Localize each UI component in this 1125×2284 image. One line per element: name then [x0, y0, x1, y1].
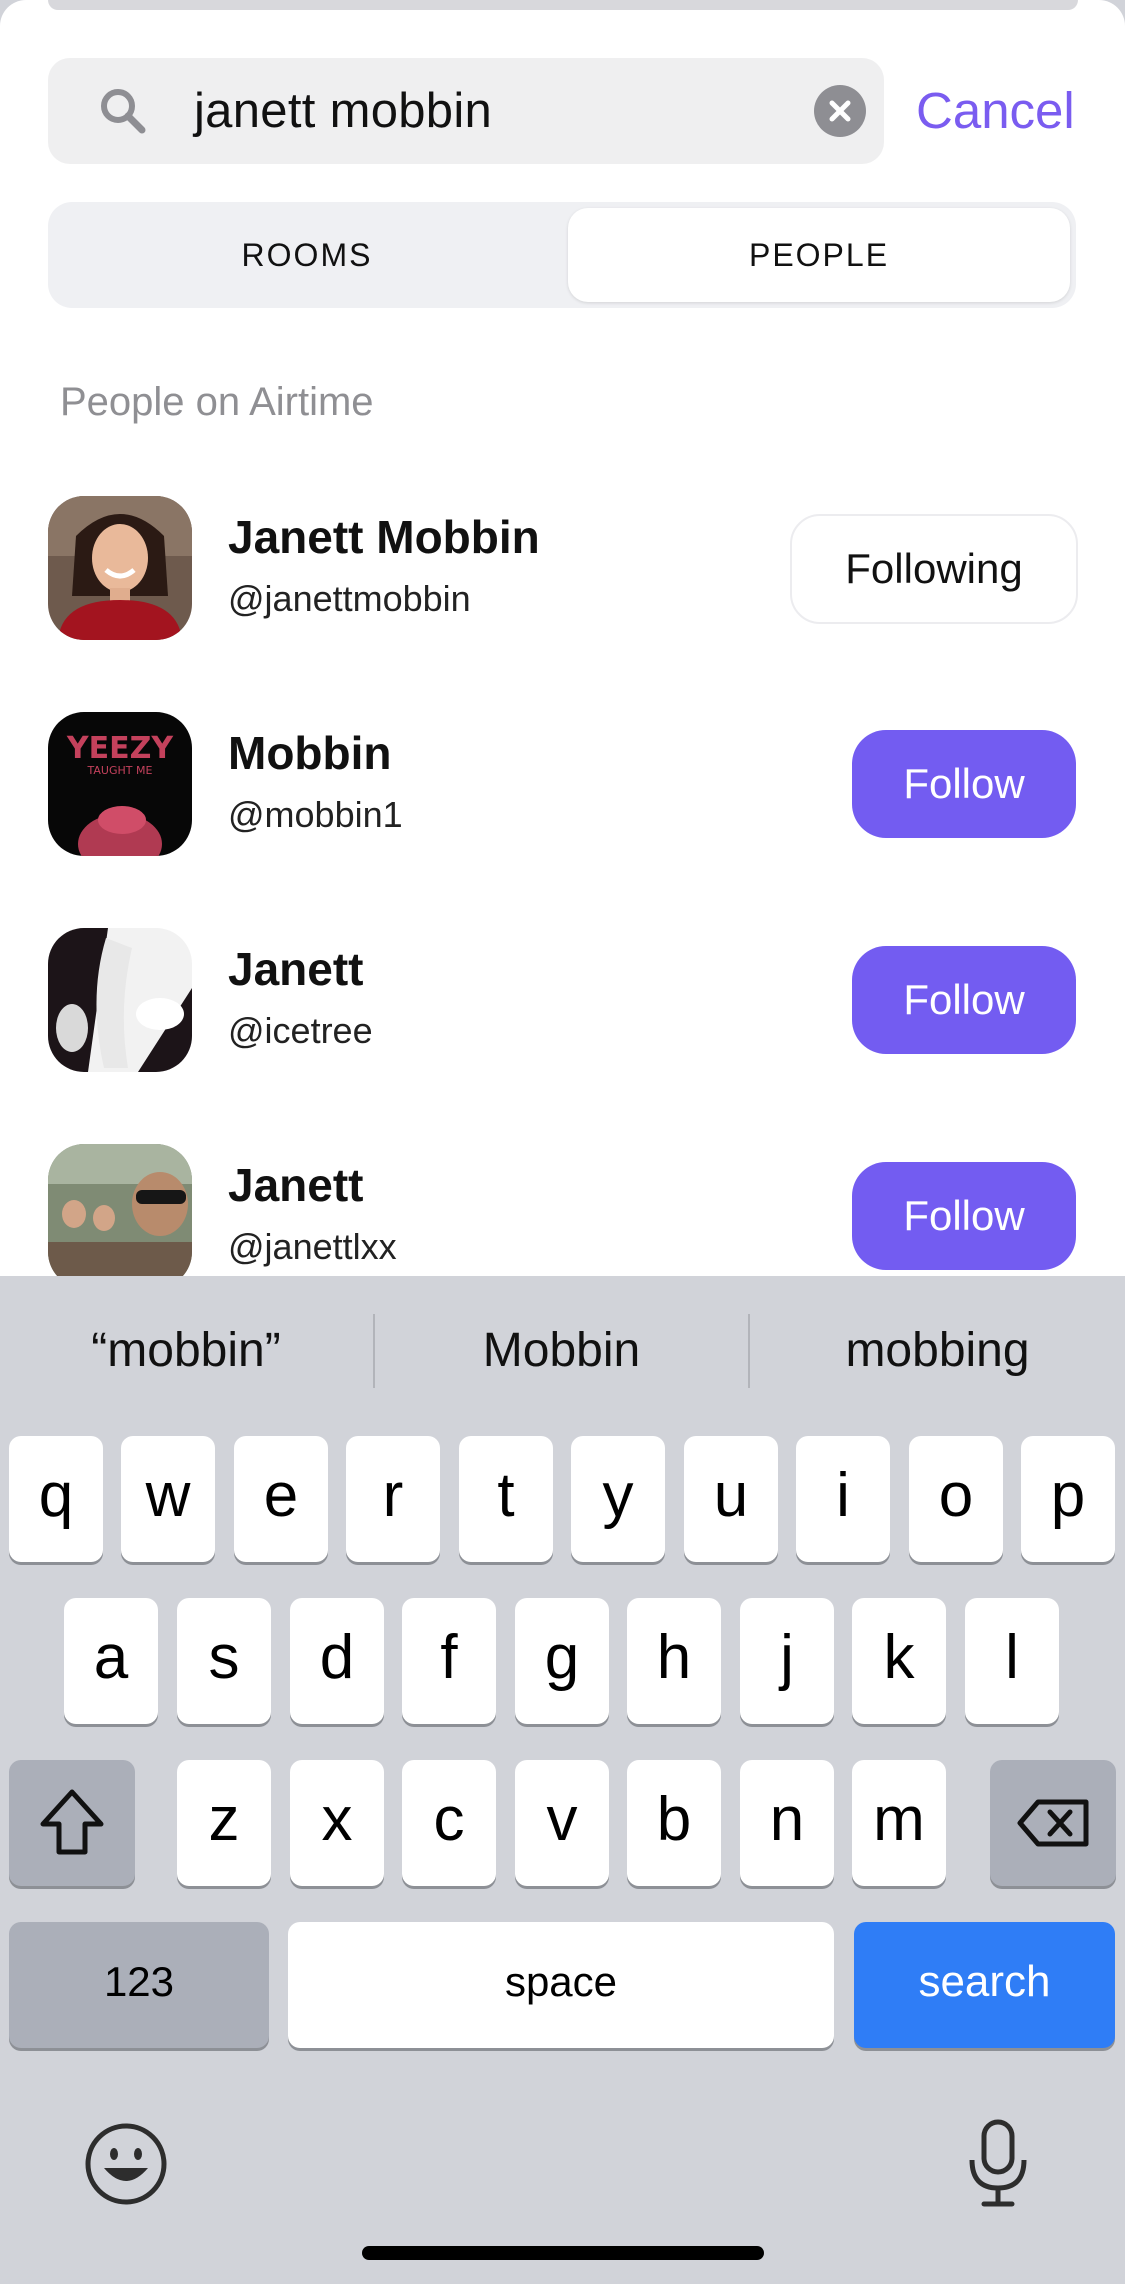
- search-key[interactable]: search: [854, 1922, 1115, 2048]
- tab-people[interactable]: PEOPLE: [568, 208, 1070, 302]
- section-title: People on Airtime: [60, 380, 374, 424]
- emoji-icon[interactable]: [84, 2122, 168, 2206]
- backspace-icon: [1017, 1799, 1089, 1847]
- search-sheet: janett mobbin Cancel ROOMS PEOPLE People…: [0, 0, 1125, 1276]
- key-m[interactable]: m: [852, 1760, 946, 1886]
- backspace-key[interactable]: [990, 1760, 1116, 1886]
- keyboard: “mobbin” Mobbin mobbing q w e r t y u i …: [0, 1276, 1125, 2284]
- key-h[interactable]: h: [627, 1598, 721, 1724]
- key-u[interactable]: u: [684, 1436, 778, 1562]
- tab-rooms[interactable]: ROOMS: [54, 208, 560, 302]
- cancel-button[interactable]: Cancel: [916, 58, 1075, 164]
- person-handle: @icetree: [228, 1010, 373, 1051]
- follow-button[interactable]: Follow: [852, 730, 1076, 838]
- key-c[interactable]: c: [402, 1760, 496, 1886]
- space-key[interactable]: space: [288, 1922, 834, 2048]
- key-d[interactable]: d: [290, 1598, 384, 1724]
- key-w[interactable]: w: [121, 1436, 215, 1562]
- key-i[interactable]: i: [796, 1436, 890, 1562]
- key-n[interactable]: n: [740, 1760, 834, 1886]
- key-r[interactable]: r: [346, 1436, 440, 1562]
- key-l[interactable]: l: [965, 1598, 1059, 1724]
- clear-search-button[interactable]: [814, 85, 866, 137]
- following-button[interactable]: Following: [790, 514, 1078, 624]
- key-q[interactable]: q: [9, 1436, 103, 1562]
- key-f[interactable]: f: [402, 1598, 496, 1724]
- microphone-icon[interactable]: [966, 2118, 1030, 2210]
- key-v[interactable]: v: [515, 1760, 609, 1886]
- sheet-handle: [48, 0, 1078, 10]
- shift-key[interactable]: [9, 1760, 135, 1886]
- person-handle: @janettlxx: [228, 1226, 397, 1267]
- avatar: [48, 1144, 192, 1276]
- key-s[interactable]: s: [177, 1598, 271, 1724]
- avatar: [48, 928, 192, 1072]
- key-y[interactable]: y: [571, 1436, 665, 1562]
- suggestion[interactable]: “mobbin”: [0, 1276, 372, 1426]
- svg-text:YEEZY: YEEZY: [66, 731, 174, 766]
- home-indicator: [362, 2246, 764, 2260]
- person-handle: @mobbin1: [228, 794, 403, 835]
- follow-button[interactable]: Follow: [852, 946, 1076, 1054]
- key-z[interactable]: z: [177, 1760, 271, 1886]
- key-p[interactable]: p: [1021, 1436, 1115, 1562]
- suggestion[interactable]: mobbing: [750, 1276, 1125, 1426]
- person-name: Janett Mobbin: [228, 511, 540, 563]
- person-row[interactable]: Janett @icetree Follow: [0, 928, 1125, 1078]
- shift-icon: [40, 1789, 104, 1855]
- person-row[interactable]: Janett Mobbin @janettmobbin Following: [0, 496, 1125, 646]
- key-t[interactable]: t: [459, 1436, 553, 1562]
- suggestion[interactable]: Mobbin: [375, 1276, 748, 1426]
- numbers-key[interactable]: 123: [9, 1922, 269, 2048]
- key-b[interactable]: b: [627, 1760, 721, 1886]
- key-e[interactable]: e: [234, 1436, 328, 1562]
- key-g[interactable]: g: [515, 1598, 609, 1724]
- search-type-tabs: ROOMS PEOPLE: [48, 202, 1076, 308]
- svg-text:TAUGHT ME: TAUGHT ME: [87, 764, 153, 777]
- person-name: Janett: [228, 1159, 364, 1211]
- search-bar[interactable]: janett mobbin: [48, 58, 884, 164]
- person-name: Mobbin: [228, 727, 392, 779]
- search-input[interactable]: janett mobbin: [194, 58, 492, 164]
- person-name: Janett: [228, 943, 364, 995]
- person-row[interactable]: Janett @janettlxx Follow: [0, 1144, 1125, 1276]
- key-o[interactable]: o: [909, 1436, 1003, 1562]
- person-handle: @janettmobbin: [228, 578, 471, 619]
- key-a[interactable]: a: [64, 1598, 158, 1724]
- person-row[interactable]: YEEZY TAUGHT ME Mobbin @mobbin1 Follow: [0, 712, 1125, 862]
- clear-icon: [829, 100, 851, 122]
- key-x[interactable]: x: [290, 1760, 384, 1886]
- avatar: YEEZY TAUGHT ME: [48, 712, 192, 856]
- avatar: [48, 496, 192, 640]
- key-j[interactable]: j: [740, 1598, 834, 1724]
- key-k[interactable]: k: [852, 1598, 946, 1724]
- search-icon: [101, 89, 146, 134]
- follow-button[interactable]: Follow: [852, 1162, 1076, 1270]
